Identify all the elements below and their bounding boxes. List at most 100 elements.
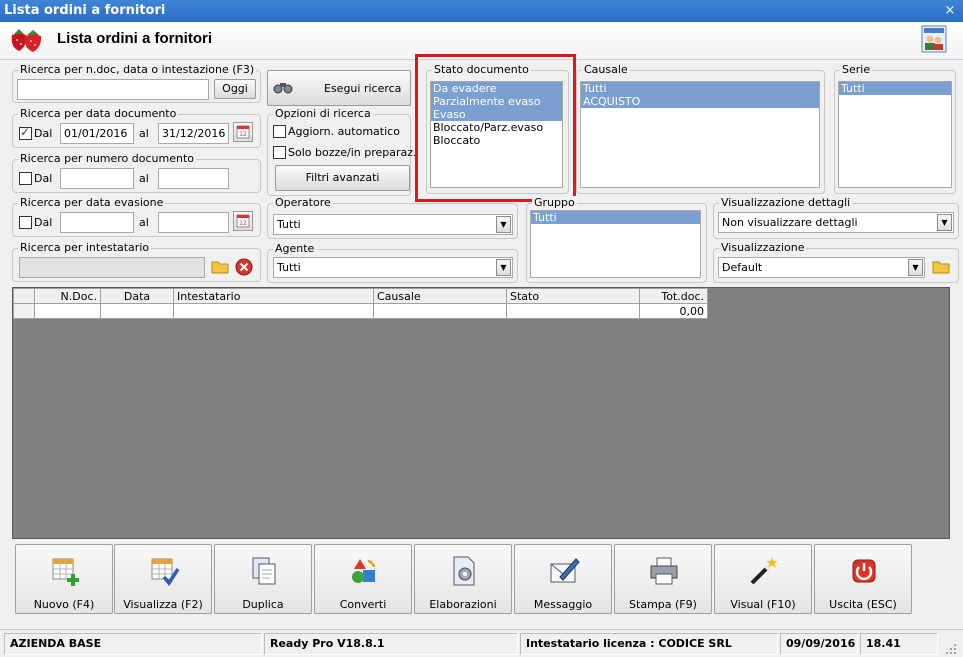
column-header[interactable]: Tot.doc. — [639, 288, 708, 304]
uscita-button[interactable]: Uscita (ESC) — [814, 544, 912, 614]
chevron-down-icon[interactable]: ▼ — [496, 259, 511, 276]
duplicate-icon — [252, 557, 276, 585]
causale-item[interactable]: ACQUISTO — [581, 95, 819, 108]
causale-listbox[interactable]: Tutti ACQUISTO — [580, 81, 820, 188]
num-doc-dal-label: Dal — [34, 172, 53, 185]
resize-grip-icon[interactable] — [944, 642, 958, 656]
table-cell[interactable] — [373, 303, 507, 319]
chevron-down-icon[interactable]: ▼ — [937, 214, 952, 231]
agente-value: Tutti — [277, 261, 301, 274]
results-table: N.Doc. Data Intestatario Causale Stato T… — [13, 288, 708, 319]
calendar-icon[interactable]: 12 — [233, 122, 253, 142]
vis-dettagli-select[interactable]: Non visualizzare dettagli ▼ — [718, 212, 954, 233]
aggiorn-checkbox[interactable] — [273, 125, 286, 138]
column-header[interactable]: Intestatario — [173, 288, 374, 304]
nuovo-button[interactable]: Nuovo (F4) — [15, 544, 113, 614]
visualizza-button[interactable]: Visualizza (F2) — [114, 544, 212, 614]
duplica-button[interactable]: Duplica — [214, 544, 312, 614]
close-icon[interactable]: × — [943, 0, 957, 22]
column-header[interactable]: Causale — [373, 288, 507, 304]
message-icon — [550, 558, 580, 583]
elaborazioni-button[interactable]: Elaborazioni — [414, 544, 512, 614]
visualizzazione-select[interactable]: Default ▼ — [718, 257, 925, 278]
gruppo-listbox[interactable]: Tutti — [530, 210, 701, 278]
convert-icon — [352, 559, 376, 583]
causale-label: Causale — [582, 63, 630, 76]
page-title: Lista ordini a fornitori — [57, 30, 213, 47]
converti-label: Converti — [339, 598, 387, 611]
svg-text:12: 12 — [239, 131, 247, 138]
folder-icon[interactable] — [931, 257, 951, 277]
date-doc-checkbox[interactable] — [19, 125, 32, 140]
search-ndoc-input[interactable] — [17, 79, 209, 100]
results-grid[interactable]: N.Doc. Data Intestatario Causale Stato T… — [12, 287, 950, 539]
num-doc-checkbox[interactable] — [19, 172, 32, 185]
strawberry-icon — [11, 29, 42, 52]
table-cell[interactable] — [34, 303, 101, 319]
table-cell[interactable] — [506, 303, 640, 319]
oggi-button[interactable]: Oggi — [214, 79, 256, 99]
elaborazioni-label: Elaborazioni — [429, 598, 497, 611]
status-bar: AZIENDA BASE Ready Pro V18.8.1 Intestata… — [0, 629, 963, 657]
bozze-checkbox[interactable] — [273, 146, 286, 159]
stampa-button[interactable]: Stampa (F9) — [614, 544, 712, 614]
evasione-al-label: al — [139, 216, 149, 229]
evasione-dal-label: Dal — [34, 216, 53, 229]
table-row[interactable]: 0,00 — [13, 303, 708, 319]
printer-icon — [650, 557, 678, 585]
row-indicator-header — [13, 288, 35, 304]
operatore-label: Operatore — [273, 196, 333, 209]
chevron-down-icon[interactable]: ▼ — [908, 259, 923, 276]
esegui-ricerca-label: Esegui ricerca — [324, 82, 402, 95]
column-header[interactable]: Stato — [506, 288, 640, 304]
column-header[interactable]: N.Doc. — [34, 288, 101, 304]
svg-text:12: 12 — [239, 220, 247, 227]
vis-dettagli-value: Non visualizzare dettagli — [722, 216, 858, 229]
evasione-from-input[interactable] — [60, 212, 134, 233]
visual-button[interactable]: Visual (F10) — [714, 544, 812, 614]
intestatario-input[interactable] — [19, 257, 205, 278]
serie-item[interactable]: Tutti — [839, 82, 951, 95]
agente-select[interactable]: Tutti ▼ — [273, 257, 513, 278]
num-doc-from-input[interactable] — [60, 168, 134, 189]
magic-wand-icon — [750, 557, 778, 585]
table-cell[interactable] — [100, 303, 174, 319]
table-cell[interactable]: 0,00 — [639, 303, 708, 319]
search-num-doc-label: Ricerca per numero documento — [18, 152, 197, 165]
filtri-avanzati-button[interactable]: Filtri avanzati — [275, 165, 410, 191]
date-doc-to-input[interactable]: 31/12/2016 — [158, 123, 229, 144]
serie-listbox[interactable]: Tutti — [838, 81, 952, 188]
row-indicator[interactable] — [13, 303, 35, 319]
status-time: 18.41 — [860, 633, 938, 655]
view-grid-icon — [151, 558, 180, 586]
calendar-icon[interactable]: 12 — [233, 211, 253, 231]
clear-icon[interactable] — [234, 257, 254, 277]
messaggio-button[interactable]: Messaggio — [514, 544, 612, 614]
chevron-down-icon[interactable]: ▼ — [496, 216, 511, 233]
column-header[interactable]: Data — [100, 288, 174, 304]
causale-item[interactable]: Tutti — [581, 82, 819, 95]
evasione-to-input[interactable] — [158, 212, 229, 233]
stampa-label: Stampa (F9) — [629, 598, 697, 611]
users-help-icon[interactable] — [921, 25, 947, 53]
highlight-box — [415, 54, 576, 202]
gruppo-item[interactable]: Tutti — [531, 211, 700, 224]
visualizza-label: Visualizza (F2) — [123, 598, 203, 611]
date-doc-from-input[interactable]: 01/01/2016 — [60, 123, 134, 144]
gruppo-label: Gruppo — [532, 196, 577, 209]
evasione-checkbox[interactable] — [19, 216, 32, 229]
duplica-label: Duplica — [242, 598, 284, 611]
esegui-ricerca-button[interactable]: Esegui ricerca — [267, 70, 411, 106]
operatore-select[interactable]: Tutti ▼ — [273, 214, 513, 235]
date-doc-al-label: al — [139, 127, 149, 140]
binoculars-icon — [273, 83, 293, 94]
table-cell[interactable] — [173, 303, 374, 319]
num-doc-to-input[interactable] — [158, 168, 229, 189]
converti-button[interactable]: Converti — [314, 544, 412, 614]
folder-icon[interactable] — [210, 257, 230, 277]
status-version: Ready Pro V18.8.1 — [264, 633, 518, 655]
visualizzazione-label: Visualizzazione — [719, 241, 807, 254]
processing-icon — [453, 556, 475, 586]
search-evasione-label: Ricerca per data evasione — [18, 196, 166, 209]
serie-label: Serie — [840, 63, 873, 76]
